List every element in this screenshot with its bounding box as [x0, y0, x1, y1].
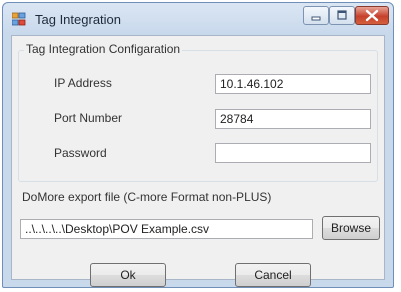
password-field[interactable] — [215, 143, 371, 163]
cancel-button[interactable]: Cancel — [235, 263, 311, 287]
minimize-button[interactable] — [303, 6, 329, 25]
tag-integration-app-icon — [11, 12, 26, 26]
ok-button[interactable]: Ok — [90, 263, 166, 287]
groupbox-title: Tag Integration Configaration — [24, 42, 183, 56]
password-label: Password — [54, 146, 107, 160]
close-button[interactable] — [355, 6, 389, 25]
port-number-field[interactable]: 28784 — [215, 109, 371, 129]
maximize-button[interactable] — [329, 6, 355, 25]
browse-button[interactable]: Browse — [322, 216, 380, 240]
ip-address-field[interactable]: 10.1.46.102 — [215, 74, 371, 94]
minimize-icon — [311, 16, 321, 21]
close-icon — [365, 9, 379, 22]
dialog-window: Tag Integration Tag Integration Configar… — [2, 2, 394, 288]
export-file-path-field[interactable]: ..\..\..\..\Desktop\POV Example.csv — [20, 219, 313, 239]
maximize-icon — [337, 10, 347, 20]
title-bar[interactable]: Tag Integration — [3, 3, 393, 33]
dialog-client-area: Tag Integration Configaration IP Address… — [11, 35, 385, 287]
ip-address-label: IP Address — [54, 76, 112, 90]
window-title: Tag Integration — [35, 12, 122, 27]
port-number-label: Port Number — [54, 111, 123, 125]
export-file-label: DoMore export file (C-more Format non-PL… — [22, 190, 272, 204]
